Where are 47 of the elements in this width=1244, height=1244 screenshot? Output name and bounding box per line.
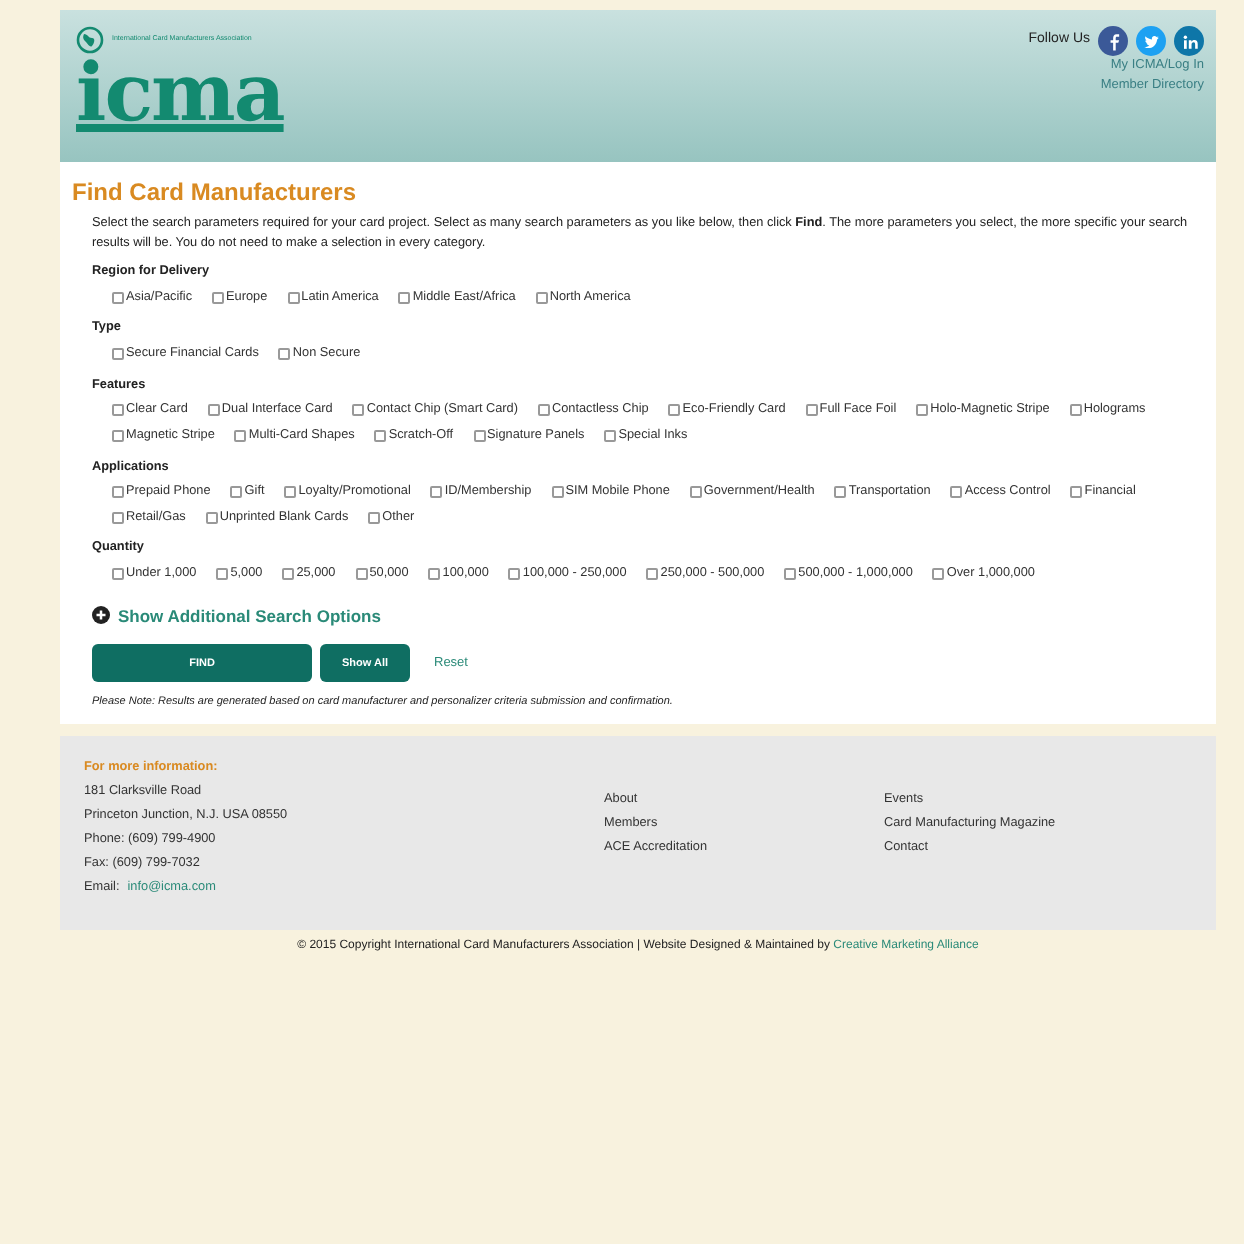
twitter-bird-icon[interactable] — [1136, 26, 1166, 56]
checkbox[interactable] — [1069, 404, 1082, 417]
checkbox[interactable] — [932, 567, 945, 580]
checkbox[interactable] — [668, 404, 681, 417]
checkbox[interactable] — [473, 429, 486, 442]
checkbox[interactable] — [112, 347, 124, 360]
checkbox[interactable] — [430, 485, 443, 498]
show-options-link[interactable]: Show Additional Search Options — [118, 603, 381, 629]
checkbox[interactable] — [112, 511, 124, 524]
checkbox[interactable] — [212, 291, 225, 304]
checkbox[interactable] — [112, 485, 124, 498]
linkedin-icon[interactable] — [1174, 26, 1204, 56]
checkbox[interactable] — [207, 404, 220, 417]
checkbox[interactable] — [508, 567, 521, 580]
checkbox[interactable] — [112, 567, 124, 580]
checkbox[interactable] — [805, 404, 818, 417]
checkbox[interactable] — [950, 485, 963, 498]
plus-icon[interactable] — [92, 606, 110, 625]
checkbox[interactable] — [428, 567, 441, 580]
facebook-icon[interactable] — [1098, 26, 1128, 56]
checkbox[interactable] — [205, 511, 218, 524]
checkbox[interactable] — [230, 485, 243, 498]
checkbox[interactable] — [535, 291, 548, 304]
checkbox[interactable] — [112, 404, 124, 417]
checkbox[interactable] — [537, 404, 550, 417]
checkbox[interactable] — [112, 429, 124, 442]
checkbox[interactable] — [834, 485, 847, 498]
checkbox[interactable] — [112, 291, 124, 304]
checkbox[interactable] — [551, 485, 564, 498]
checkbox[interactable] — [916, 404, 929, 417]
checkbox[interactable] — [646, 567, 659, 580]
page-title: Find Card Manufacturers — [72, 178, 359, 207]
checkbox[interactable] — [604, 429, 617, 442]
checkbox[interactable] — [282, 567, 295, 580]
checkbox[interactable] — [398, 291, 411, 304]
checkbox[interactable] — [784, 567, 797, 580]
checkbox[interactable] — [689, 485, 702, 498]
checkbox[interactable] — [216, 567, 229, 580]
checkbox[interactable] — [374, 429, 387, 442]
checkbox[interactable] — [234, 429, 247, 442]
checkbox[interactable] — [355, 567, 368, 580]
checkbox[interactable] — [1070, 485, 1083, 498]
checkbox[interactable] — [352, 404, 365, 417]
checkbox[interactable] — [287, 291, 300, 304]
checkbox[interactable] — [278, 347, 291, 360]
checkbox[interactable] — [368, 511, 381, 524]
checkbox[interactable] — [284, 485, 297, 498]
